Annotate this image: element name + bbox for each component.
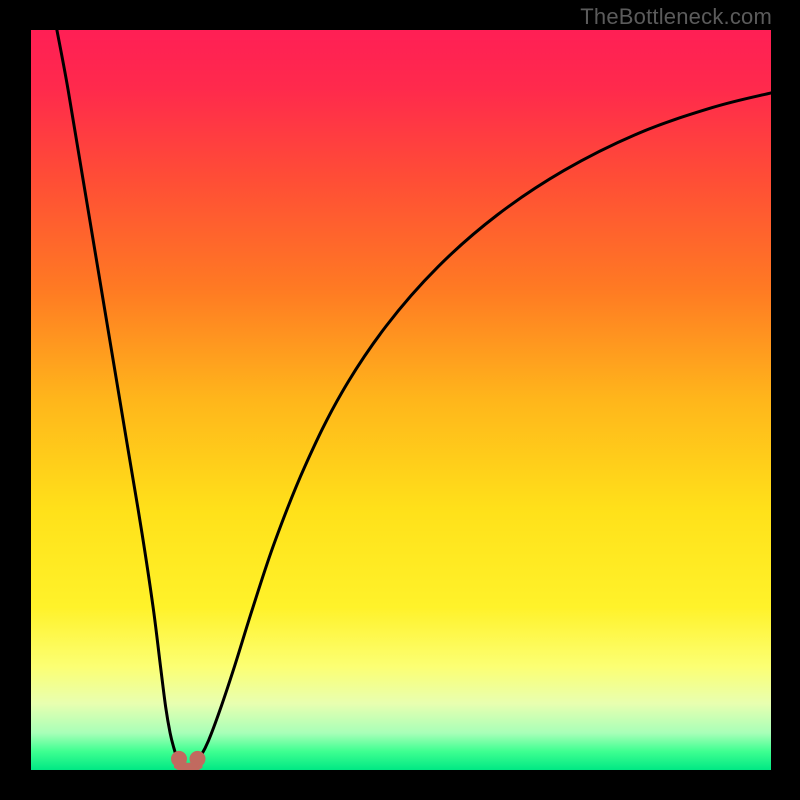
chart-svg: [31, 30, 771, 770]
valley-marker-1: [190, 751, 206, 767]
plot-area: [31, 30, 771, 770]
valley-marker-0: [171, 751, 187, 767]
chart-frame: TheBottleneck.com: [0, 0, 800, 800]
watermark-text: TheBottleneck.com: [580, 4, 772, 30]
gradient-background: [31, 30, 771, 770]
